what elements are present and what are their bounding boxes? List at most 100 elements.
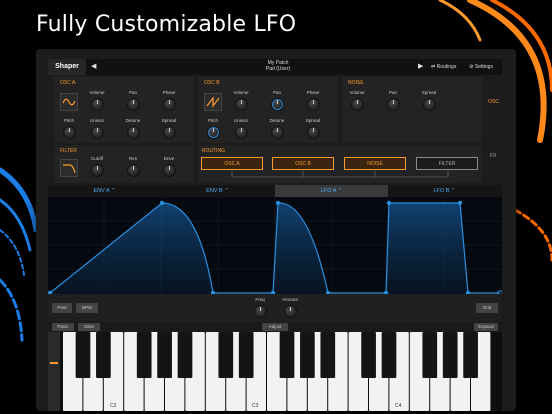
black-key[interactable] — [96, 332, 111, 378]
black-key[interactable] — [157, 332, 172, 378]
caret-right-icon[interactable]: ▶ — [418, 59, 423, 75]
black-key[interactable] — [320, 332, 336, 378]
patch-selector[interactable]: My Patch Pad (User) — [238, 60, 318, 72]
caret-left-icon[interactable]: ◀ — [91, 59, 96, 75]
routing-noise[interactable]: NOISE — [344, 157, 406, 170]
filter-res-label: Res — [128, 156, 137, 161]
routing-osc-b[interactable]: OSC B — [272, 157, 334, 170]
lfo-shape-graph[interactable] — [47, 197, 503, 296]
osc-b-phase-knob[interactable] — [307, 98, 320, 111]
lfo-controls: Free BPM Freq Amount Grid — [48, 294, 502, 322]
tab-env-a[interactable]: ENV A ⌃ — [48, 185, 161, 197]
osc-a-panel: OSC A Volume Pan Phase Pitch Unison Detu… — [54, 77, 194, 143]
lfo-node[interactable] — [275, 200, 281, 206]
lfo-shape-editor[interactable] — [47, 197, 503, 296]
routing-filter[interactable]: FILTER — [416, 157, 478, 170]
osc-a-volume-knob[interactable] — [91, 98, 104, 111]
filter-drive-knob[interactable] — [163, 164, 176, 177]
filter-cutoff-knob[interactable] — [91, 164, 104, 177]
headline: Fully Customizable LFO — [36, 12, 297, 37]
noise-pan-label: Pan — [388, 90, 397, 95]
osc-b-spread-knob[interactable] — [307, 126, 320, 139]
tab-lfo-b-label: LFO B — [433, 188, 450, 194]
osc-a-spread-label: Spread — [161, 118, 177, 123]
osc-a-spread-knob[interactable] — [163, 126, 176, 139]
osc-b-detune-label: Detune — [269, 118, 285, 123]
osc-b-spread-label: Spread — [305, 118, 321, 123]
bpm-button[interactable]: BPM — [76, 303, 98, 313]
lfo-node[interactable] — [386, 200, 392, 206]
noise-panel: NOISE Volume Pan Spread — [342, 77, 482, 143]
tab-lfo-a[interactable]: LFO A ⌃ — [275, 185, 388, 197]
osc-b-unison-label: Unison — [233, 118, 248, 123]
filter-panel: FILTER Cutoff Res Drive — [54, 145, 194, 183]
black-key[interactable] — [361, 332, 376, 378]
osc-a-pitch-knob[interactable] — [63, 126, 76, 139]
noise-spread-label: Spread — [421, 90, 437, 95]
tab-env-a-label: ENV A — [93, 188, 110, 194]
osc-a-detune-knob[interactable] — [127, 126, 140, 139]
black-key[interactable] — [218, 332, 234, 378]
black-key[interactable] — [177, 332, 193, 378]
tab-lfo-b[interactable]: LFO B ⌃ — [388, 185, 501, 197]
noise-spread-knob[interactable] — [423, 98, 436, 111]
envelope-icon: ⌃ — [224, 188, 229, 194]
lfo-node[interactable] — [159, 200, 165, 206]
sine-wave-icon[interactable] — [60, 93, 78, 111]
modulator-tabs: ENV A ⌃ ENV B ⌃ LFO A ⌃ LFO B ⌃ — [48, 185, 502, 197]
osc-b-pitch-knob[interactable] — [207, 126, 220, 139]
black-key[interactable] — [75, 332, 91, 378]
osc-b-pan-knob[interactable] — [271, 98, 284, 111]
routing-osc-a[interactable]: OSC A — [201, 157, 263, 170]
osc-a-pan-knob[interactable] — [127, 98, 140, 111]
tab-lfo-a-label: LFO A — [320, 188, 337, 194]
gliss-button[interactable]: Gliss — [78, 323, 100, 331]
lowpass-filter-icon[interactable] — [60, 159, 78, 177]
osc-a-volume-label: Volume — [89, 90, 105, 95]
osc-b-detune-knob[interactable] — [271, 126, 284, 139]
grid-button[interactable]: Grid — [476, 303, 498, 313]
osc-b-volume-knob[interactable] — [235, 98, 248, 111]
octave-label-c3: C3 — [252, 403, 259, 409]
shaper-tab[interactable]: Shaper — [48, 59, 86, 75]
settings-button[interactable]: ⚙ Settings — [469, 59, 493, 75]
tab-env-b[interactable]: ENV B ⌃ — [161, 185, 274, 197]
tab-fx[interactable]: FX — [490, 153, 496, 159]
expand-button[interactable]: Expand — [474, 323, 498, 331]
octave-label-c2: C2 — [110, 403, 117, 409]
black-key[interactable] — [381, 332, 397, 378]
black-key[interactable] — [136, 332, 152, 378]
free-button[interactable]: Free — [52, 303, 72, 313]
piano-keyboard[interactable]: C2 C3 C4 — [48, 332, 502, 411]
pitch-wheel[interactable] — [48, 332, 60, 411]
adjust-button[interactable]: Adjust — [262, 323, 288, 331]
black-key[interactable] — [238, 332, 254, 378]
tab-osc[interactable]: OSC — [488, 99, 499, 105]
freq-knob[interactable] — [254, 305, 267, 318]
noise-pan-knob[interactable] — [387, 98, 400, 111]
osc-a-unison-knob[interactable] — [91, 126, 104, 139]
octave-label-c4: C4 — [395, 403, 402, 409]
saw-wave-icon[interactable] — [204, 93, 222, 111]
osc-b-unison-knob[interactable] — [235, 126, 248, 139]
lfo-node[interactable] — [457, 200, 463, 206]
amount-label: Amount — [282, 297, 298, 302]
black-key[interactable] — [442, 332, 458, 378]
panic-button[interactable]: Panic — [52, 323, 74, 331]
routings-button[interactable]: ⇄ Routings — [431, 59, 456, 75]
filter-res-knob[interactable] — [127, 164, 140, 177]
piano-keys[interactable] — [48, 332, 502, 411]
black-key[interactable] — [422, 332, 438, 378]
patch-bank: Pad (User) — [265, 66, 291, 72]
settings-label: Settings — [474, 64, 493, 70]
black-key[interactable] — [279, 332, 295, 378]
pitch-wheel-marker — [50, 362, 58, 364]
amount-knob[interactable] — [284, 305, 297, 318]
black-key[interactable] — [463, 332, 478, 378]
noise-volume-knob[interactable] — [351, 98, 364, 111]
noise-title: NOISE — [348, 80, 364, 86]
osc-a-phase-knob[interactable] — [163, 98, 176, 111]
noise-volume-label: Volume — [349, 90, 365, 95]
black-key[interactable] — [300, 332, 315, 378]
osc-b-pitch-label: Pitch — [207, 118, 218, 123]
